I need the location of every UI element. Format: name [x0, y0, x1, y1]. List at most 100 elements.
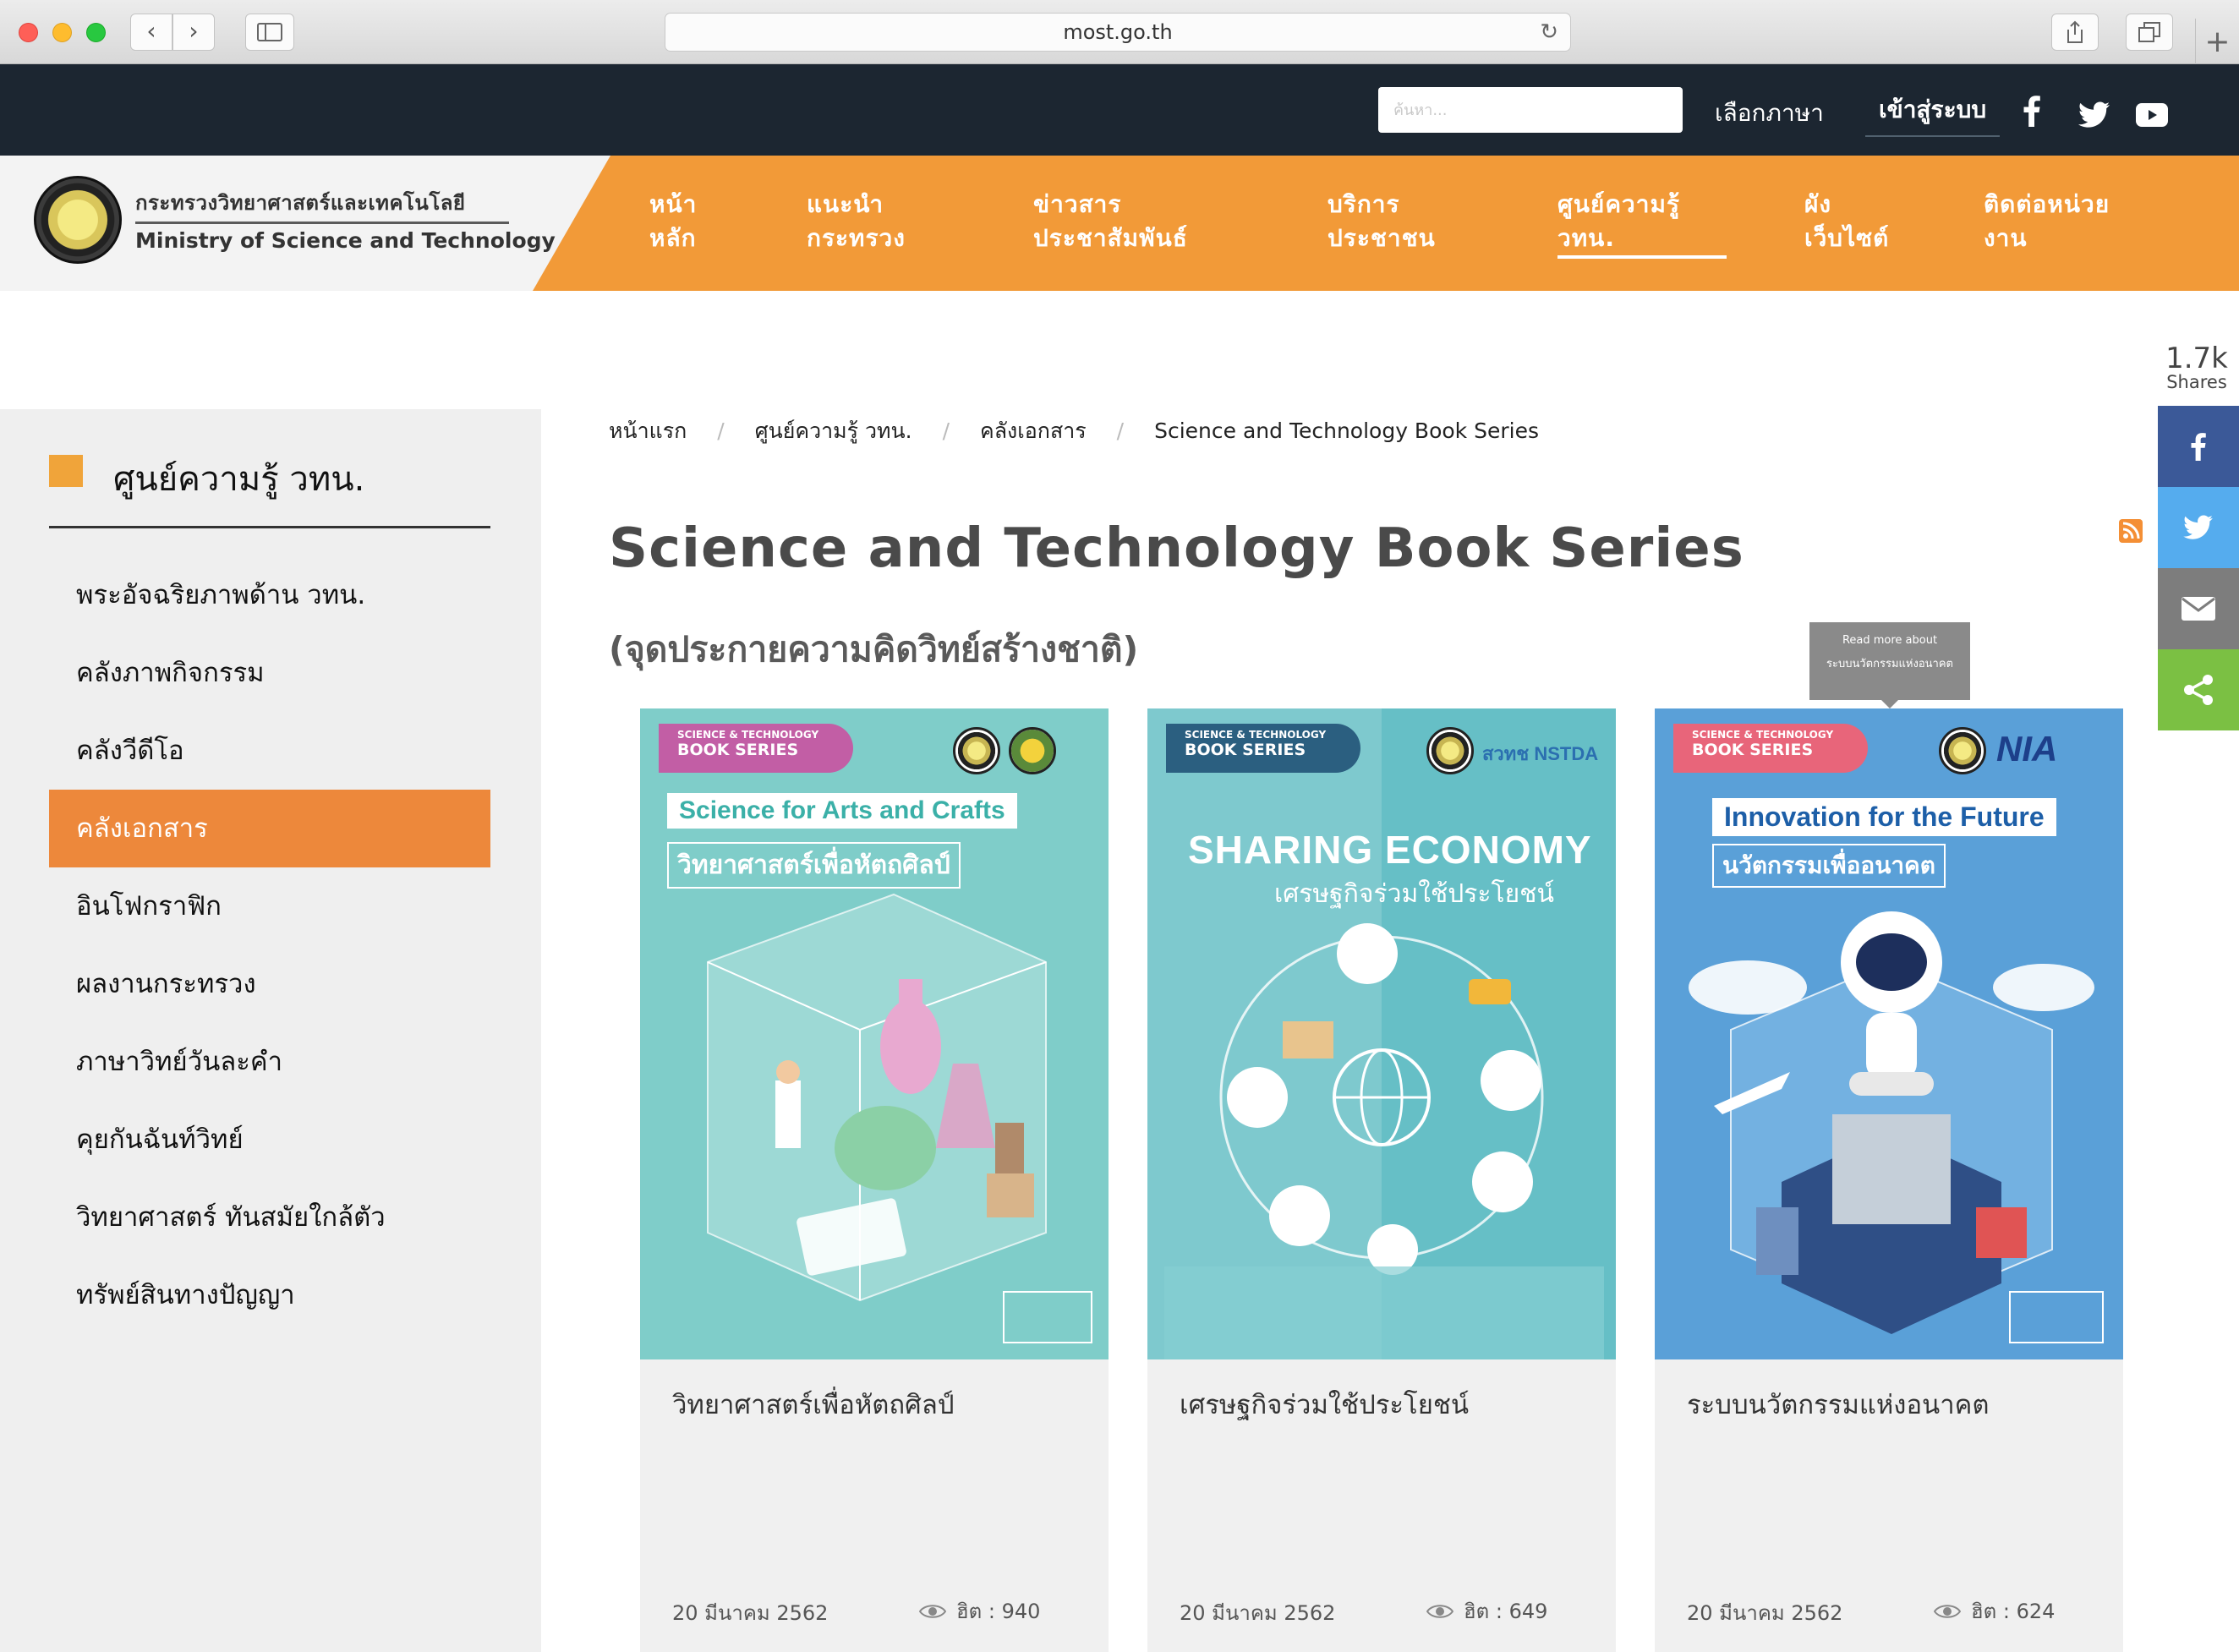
logo-english-text[interactable]: Ministry of Science and Technology: [135, 228, 556, 253]
breadcrumb-item-knowledge[interactable]: ศูนย์ความรู้ วทน.: [755, 414, 912, 448]
book-card-hits: ฮิต : 940: [919, 1595, 1040, 1627]
nav-item-line1: ผัง: [1804, 190, 1832, 218]
eye-icon: [1426, 1604, 1453, 1618]
nav-item-line1: หน้า: [649, 190, 698, 218]
book-cover[interactable]: [640, 708, 1109, 1359]
sidebar-title: ศูนย์ความรู้ วทน.: [113, 460, 365, 499]
new-tab-button[interactable]: +: [2195, 19, 2239, 64]
language-selector[interactable]: เลือกภาษา: [1715, 95, 1824, 132]
reload-icon[interactable]: ↻: [1540, 14, 1558, 51]
login-button[interactable]: เข้าสู่ระบบ: [1865, 91, 2001, 137]
book-cover[interactable]: [1147, 708, 1616, 1359]
book-cover-illustration: [1655, 708, 2123, 1359]
generic-share-button[interactable]: [2158, 649, 2239, 730]
browser-toolbar: ‹ › most.go.th ↻ +: [0, 0, 2239, 64]
email-share-button[interactable]: [2158, 568, 2239, 649]
sidebar-item[interactable]: พระอัจฉริยภาพด้าน วทน.: [49, 556, 490, 634]
nav-item[interactable]: ผังเว็บไซต์: [1804, 188, 1889, 255]
page-subtitle: (จุดประกายความคิดวิทย์สร้างชาติ): [609, 629, 1139, 670]
book-card-date: 20 มีนาคม 2562: [1687, 1601, 1843, 1625]
minimize-window-button[interactable]: [52, 23, 72, 42]
breadcrumb: หน้าแรก / ศูนย์ความรู้ วทน. / คลังเอกสาร / Sci…: [609, 414, 1539, 448]
facebook-share-button[interactable]: [2158, 406, 2239, 487]
sidebar-item[interactable]: ทรัพย์สินทางปัญญา: [49, 1256, 490, 1334]
share-count-label: Shares: [2166, 372, 2227, 392]
book-card[interactable]: ระบบนวัตกรรมแห่งอนาคต 20 มีนาคม 2562 ฮิต…: [1655, 708, 2123, 1652]
nav-item[interactable]: ศูนย์ความรู้ วทน.: [1557, 188, 1727, 259]
nav-item-line1: ศูนย์ความรู้: [1557, 190, 1680, 218]
ministry-seal-icon[interactable]: [34, 176, 122, 264]
back-button[interactable]: ‹: [130, 14, 172, 51]
breadcrumb-item-documents[interactable]: คลังเอกสาร: [980, 414, 1087, 448]
share-page-button[interactable]: [2051, 14, 2099, 51]
nav-item-line1: ข่าวสาร: [1033, 190, 1122, 218]
book-cover[interactable]: [1655, 708, 2123, 1359]
nav-item[interactable]: หน้า หลัก: [649, 188, 697, 255]
share-nodes-icon: [2184, 675, 2213, 705]
search-input[interactable]: [1378, 87, 1683, 133]
sidebar-item[interactable]: คุยกันฉันท์วิทย์: [49, 1101, 490, 1179]
nav-item-line2: ประชาชน: [1328, 224, 1436, 252]
breadcrumb-separator: /: [1116, 418, 1125, 443]
sidebar-divider: [49, 526, 490, 528]
eye-icon: [919, 1604, 946, 1618]
book-card-title[interactable]: วิทยาศาสตร์เพื่อหัตถศิลป์: [672, 1383, 955, 1425]
nav-item-line1: แนะนำ: [807, 190, 884, 218]
nav-item[interactable]: ข่าวสารประชาสัมพันธ์: [1033, 188, 1188, 255]
twitter-icon[interactable]: [2078, 101, 2110, 132]
tabs-overview-button[interactable]: [2126, 14, 2173, 51]
plus-icon: +: [2204, 25, 2231, 59]
book-card[interactable]: วิทยาศาสตร์เพื่อหัตถศิลป์ 20 มีนาคม 2562…: [640, 708, 1109, 1652]
address-bar[interactable]: most.go.th ↻: [665, 13, 1571, 52]
nav-item[interactable]: บริการประชาชน: [1328, 188, 1436, 255]
nav-item-line2: เว็บไซต์: [1804, 224, 1890, 252]
book-card-hits: ฮิต : 624: [1934, 1595, 2055, 1627]
logo-thai-text[interactable]: กระทรวงวิทยาศาสตร์และเทคโนโลยี: [135, 186, 466, 219]
youtube-icon[interactable]: [2136, 103, 2168, 130]
tooltip-line1: Read more about: [1842, 634, 1938, 647]
sidebar-item[interactable]: คลังวีดีโอ: [49, 712, 490, 790]
nav-item-line1: ติดต่อหน่วย: [1984, 190, 2110, 218]
sidebar-item[interactable]: อินโฟกราฟิก: [49, 867, 490, 945]
sidebar-item[interactable]: คลังเอกสาร: [49, 790, 490, 867]
breadcrumb-item-current: Science and Technology Book Series: [1154, 418, 1539, 443]
hit-count: ฮิต : 649: [1464, 1600, 1548, 1623]
book-cover-illustration: [1147, 708, 1616, 1359]
sidebar-item[interactable]: ผลงานกระทรวง: [49, 945, 490, 1023]
zoom-window-button[interactable]: [86, 23, 106, 42]
nav-item-line2: ประชาสัมพันธ์: [1033, 224, 1188, 252]
sidebar-toggle-button[interactable]: [245, 14, 294, 51]
share-count: 1.7k: [2165, 342, 2228, 375]
forward-button[interactable]: ›: [172, 14, 215, 51]
sidebar-item[interactable]: ภาษาวิทย์วันละคำ: [49, 1023, 490, 1101]
nav-item[interactable]: แนะนำกระทรวง: [807, 188, 906, 255]
url-text: most.go.th: [1063, 20, 1173, 44]
tooltip-line2: ระบบนวัตกรรมแห่งอนาคต: [1826, 658, 1953, 670]
book-cover-illustration: [640, 708, 1109, 1359]
close-window-button[interactable]: [19, 23, 38, 42]
sidebar-item[interactable]: คลังภาพกิจกรรม: [49, 634, 490, 712]
nav-item-line1: บริการ: [1328, 190, 1400, 218]
nav-item[interactable]: ติดต่อหน่วยงาน: [1984, 188, 2110, 255]
twitter-share-button[interactable]: [2158, 487, 2239, 568]
book-card-title[interactable]: เศรษฐกิจร่วมใช้ประโยชน์: [1180, 1383, 1469, 1425]
book-card-title[interactable]: ระบบนวัตกรรมแห่งอนาคต: [1687, 1383, 1990, 1425]
sidebar-item[interactable]: วิทยาศาสตร์ ทันสมัยใกล้ตัว: [49, 1179, 490, 1256]
sidebar-icon: [257, 23, 282, 41]
sidebar-bullet-icon: [49, 455, 83, 487]
book-card-date: 20 มีนาคม 2562: [672, 1601, 829, 1625]
book-card-hits: ฮิต : 649: [1426, 1595, 1547, 1627]
share-counter: 1.7k Shares: [2154, 342, 2239, 392]
tabs-icon: [2138, 22, 2160, 42]
page-title: Science and Technology Book Series: [609, 517, 1744, 580]
nav-item-line2: กระทรวง: [807, 224, 906, 252]
breadcrumb-separator: /: [717, 418, 725, 443]
breadcrumb-item-home[interactable]: หน้าแรก: [609, 414, 687, 448]
rss-icon[interactable]: [2119, 519, 2143, 543]
envelope-icon: [2182, 597, 2215, 621]
hit-count: ฮิต : 940: [956, 1600, 1041, 1623]
book-card[interactable]: เศรษฐกิจร่วมใช้ประโยชน์ 20 มีนาคม 2562 ฮ…: [1147, 708, 1616, 1652]
facebook-icon[interactable]: [2023, 95, 2041, 130]
top-utility-bar: เลือกภาษา เข้าสู่ระบบ: [0, 64, 2239, 156]
nav-item-line2: งาน: [1984, 224, 2028, 252]
